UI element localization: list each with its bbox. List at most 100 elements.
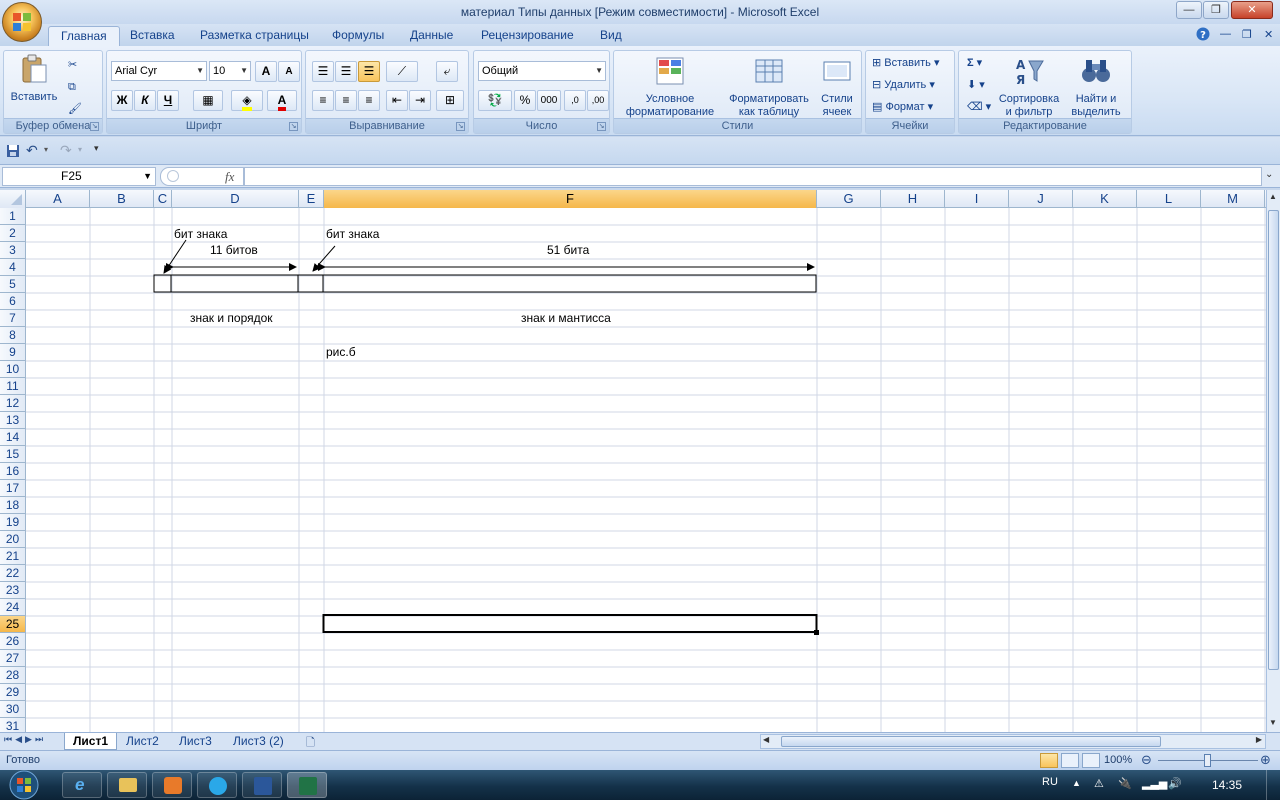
align-top-button[interactable]: ☰ [312, 61, 334, 82]
conditional-formatting-button[interactable]: Условное форматирование [616, 55, 724, 119]
cell-f7[interactable]: знак и мантисса [521, 311, 611, 326]
taskbar-skype-icon[interactable] [197, 772, 237, 798]
row-header-16[interactable]: 16 [0, 463, 26, 480]
row-header-10[interactable]: 10 [0, 361, 26, 378]
ribbon-restore-icon[interactable]: ❐ [1242, 28, 1252, 41]
cell-d7[interactable]: знак и порядок [190, 311, 273, 326]
help-icon[interactable]: ? [1196, 27, 1210, 41]
vertical-scrollbar[interactable]: ▲ ▼ [1266, 190, 1280, 732]
decrease-decimal-button[interactable]: ,00 [587, 90, 609, 111]
row-header-23[interactable]: 23 [0, 582, 26, 599]
tab-data[interactable]: Данные [398, 26, 465, 46]
align-left-button[interactable]: ≡ [312, 90, 334, 111]
row-header-8[interactable]: 8 [0, 327, 26, 344]
taskbar-excel-icon[interactable] [287, 772, 327, 798]
cell-c2[interactable]: бит знака [174, 227, 227, 242]
increase-indent-button[interactable]: ⇥ [409, 90, 431, 111]
page-layout-view-icon[interactable] [1061, 753, 1079, 768]
column-header-h[interactable]: H [881, 190, 945, 208]
clipboard-launcher-icon[interactable]: ↘ [90, 122, 99, 131]
zoom-slider-thumb[interactable] [1204, 754, 1211, 767]
orientation-button[interactable]: ⟋ [386, 61, 418, 82]
clock[interactable]: 14:35 [1212, 778, 1242, 792]
align-middle-button[interactable]: ☰ [335, 61, 357, 82]
column-header-f[interactable]: F [324, 190, 817, 208]
tray-power-icon[interactable]: 🔌 [1118, 777, 1132, 790]
borders-button[interactable]: ▦ [193, 90, 223, 111]
cell-e2[interactable]: бит знака [326, 227, 379, 242]
show-desktop-button[interactable] [1266, 770, 1280, 800]
sheet-tab-4[interactable]: Лист3 (2) [225, 733, 292, 750]
row-header-3[interactable]: 3 [0, 242, 26, 259]
number-launcher-icon[interactable]: ↘ [597, 122, 606, 131]
formula-input[interactable] [244, 167, 1262, 186]
row-header-25[interactable]: 25 [0, 616, 26, 633]
percent-button[interactable]: % [514, 90, 536, 111]
fill-button[interactable]: ⬇ ▾ [967, 75, 985, 95]
page-break-view-icon[interactable] [1082, 753, 1100, 768]
row-header-14[interactable]: 14 [0, 429, 26, 446]
cell-f3[interactable]: 51 бита [547, 243, 589, 258]
tray-expand-icon[interactable]: ▲ [1072, 778, 1081, 788]
merge-center-button[interactable]: ⊞ [436, 90, 464, 111]
close-button[interactable]: ✕ [1231, 1, 1273, 19]
insert-function-icon[interactable]: fx [225, 169, 234, 185]
cell-d3[interactable]: 11 битов [210, 243, 258, 258]
row-header-13[interactable]: 13 [0, 412, 26, 429]
column-header-c[interactable]: C [154, 190, 172, 208]
shrink-font-button[interactable]: A [278, 61, 300, 82]
row-header-31[interactable]: 31 [0, 718, 26, 732]
column-header-b[interactable]: B [90, 190, 154, 208]
row-header-18[interactable]: 18 [0, 497, 26, 514]
sheet-tab-3[interactable]: Лист3 [171, 733, 220, 750]
column-header-k[interactable]: K [1073, 190, 1137, 208]
save-icon[interactable] [6, 144, 20, 158]
column-header-j[interactable]: J [1009, 190, 1073, 208]
row-header-9[interactable]: 9 [0, 344, 26, 361]
paste-button[interactable]: Вставить [8, 53, 60, 104]
row-header-28[interactable]: 28 [0, 667, 26, 684]
taskbar-explorer-icon[interactable] [107, 772, 147, 798]
align-bottom-button[interactable]: ☰ [358, 61, 380, 82]
row-header-5[interactable]: 5 [0, 276, 26, 293]
sort-filter-button[interactable]: A Я Сортировка и фильтр [995, 55, 1063, 119]
horizontal-scroll-thumb[interactable] [781, 736, 1161, 747]
tab-home[interactable]: Главная [48, 26, 120, 46]
tray-signal-icon[interactable]: ▂▃▅ [1142, 777, 1167, 790]
row-header-24[interactable]: 24 [0, 599, 26, 616]
decrease-indent-button[interactable]: ⇤ [386, 90, 408, 111]
row-header-12[interactable]: 12 [0, 395, 26, 412]
font-size-combo[interactable]: 10 ▼ [209, 61, 251, 81]
tab-formulas[interactable]: Формулы [320, 26, 396, 46]
ribbon-minimize-icon[interactable]: — [1220, 28, 1231, 40]
row-header-15[interactable]: 15 [0, 446, 26, 463]
column-header-i[interactable]: I [945, 190, 1009, 208]
font-launcher-icon[interactable]: ↘ [289, 122, 298, 131]
redo-dropdown-icon[interactable]: ▾ [78, 145, 82, 154]
scroll-right-icon[interactable]: ▶ [1256, 735, 1262, 744]
tab-review[interactable]: Рецензирование [469, 26, 586, 46]
scroll-down-icon[interactable]: ▼ [1269, 718, 1277, 727]
number-format-combo[interactable]: Общий ▼ [478, 61, 606, 81]
format-as-table-button[interactable]: Форматировать как таблицу [724, 55, 814, 119]
italic-button[interactable]: К [134, 90, 156, 111]
start-button-icon[interactable] [4, 770, 44, 800]
thousands-button[interactable]: 000 [537, 90, 561, 111]
increase-decimal-button[interactable]: ,0 [564, 90, 586, 111]
zoom-level[interactable]: 100% [1104, 754, 1132, 766]
align-right-button[interactable]: ≡ [358, 90, 380, 111]
customize-qat-icon[interactable]: ▾ [94, 143, 99, 154]
office-button[interactable] [2, 2, 42, 42]
cut-icon[interactable]: ✂ [68, 55, 77, 75]
minimize-button[interactable]: — [1176, 1, 1202, 19]
redo-icon[interactable]: ↷ [60, 142, 72, 159]
grow-font-button[interactable]: A [255, 61, 277, 82]
horizontal-scrollbar[interactable]: ◀ ▶ [760, 734, 1266, 749]
format-cells-button[interactable]: ▤ Формат ▾ [872, 97, 933, 117]
name-box[interactable]: F25 ▼ [2, 167, 156, 186]
insert-cells-button[interactable]: ⊞ Вставить ▾ [872, 53, 940, 73]
taskbar-word-icon[interactable] [242, 772, 282, 798]
row-header-22[interactable]: 22 [0, 565, 26, 582]
tray-volume-icon[interactable]: 🔊 [1168, 777, 1182, 790]
row-header-17[interactable]: 17 [0, 480, 26, 497]
